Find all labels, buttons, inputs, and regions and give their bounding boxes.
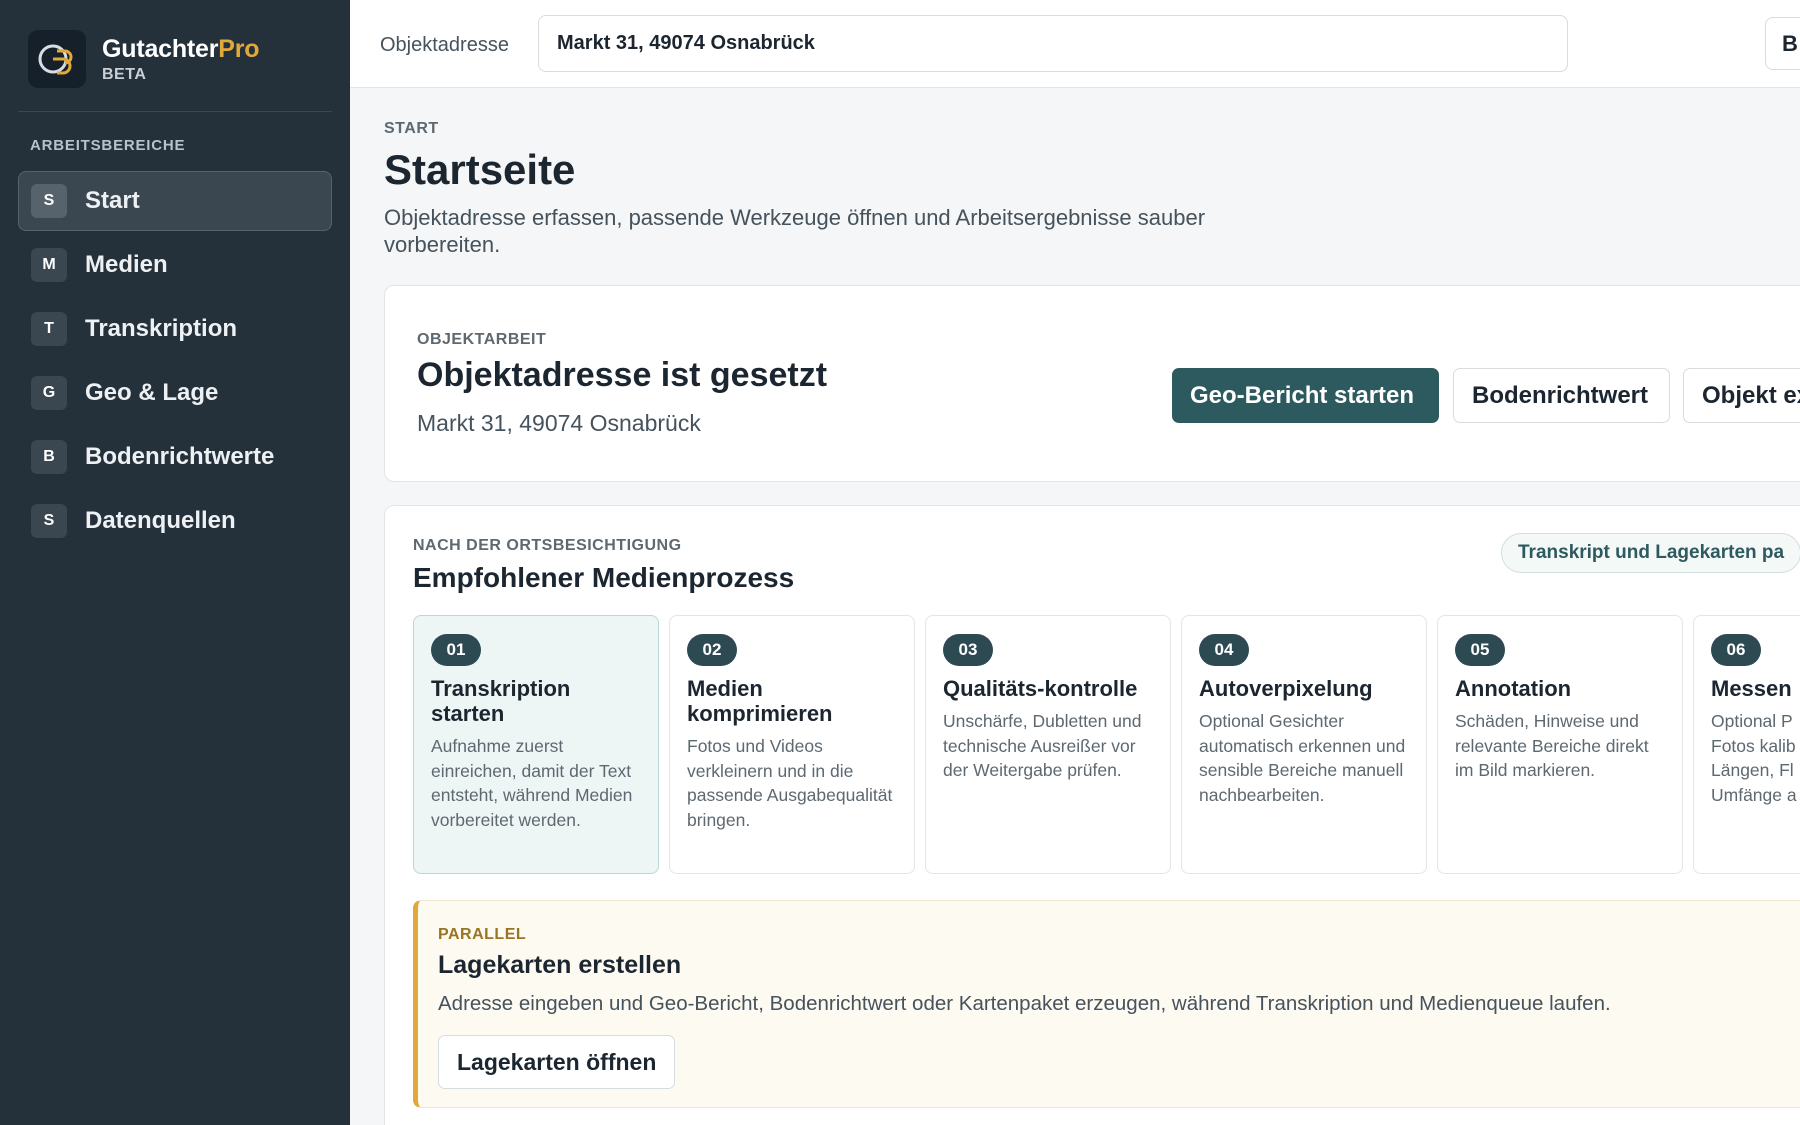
sidebar-item-label: Medien [85,251,168,278]
step-card-annotation[interactable]: 05 Annotation Schäden, Hinweise und rele… [1437,615,1683,874]
step-card-transkription[interactable]: 01 Transkription starten Aufnahme zuerst… [413,615,659,874]
step-number-badge: 02 [687,634,737,666]
objekt-export-button[interactable]: Objekt ex [1683,368,1800,423]
topbar: Objektadresse B [350,0,1800,88]
object-card-title: Objektadresse ist gesetzt [417,356,828,394]
app-logo-icon [28,30,86,88]
step-description: Optional P Fotos kalib Längen, Fl Umfäng… [1711,711,1797,805]
step-card-autoverpixelung[interactable]: 04 Autoverpixelung Optional Gesichter au… [1181,615,1427,874]
sidebar-item-geo-lage[interactable]: G Geo & Lage [18,363,332,423]
step-title: Messen [1711,676,1792,701]
app-name: GutachterPro [102,34,260,63]
start-letter-icon: S [31,184,67,218]
step-number-badge: 01 [431,634,481,666]
transcript-maps-pill[interactable]: Transkript und Lagekarten pa [1501,533,1800,573]
address-input[interactable] [538,15,1568,72]
step-card-messen[interactable]: 06 Messen Optional P Fotos kalib Längen,… [1693,615,1800,874]
step-description: Fotos und Videos verkleinern und in die … [687,736,893,830]
brand[interactable]: GutachterPro BETA [28,30,260,88]
step-description: Unschärfe, Dubletten und technische Ausr… [943,711,1142,780]
sidebar: GutachterPro BETA ARBEITSBEREICHE S Star… [0,0,350,1125]
sidebar-item-bodenrichtwerte[interactable]: B Bodenrichtwerte [18,427,332,487]
beta-badge: BETA [102,65,147,83]
sidebar-divider [18,111,332,112]
parallel-eyebrow: PARALLEL [438,926,527,943]
step-title: Transkription starten [431,676,571,726]
step-description: Schäden, Hinweise und relevante Bereiche… [1455,711,1649,780]
sidebar-section-label: ARBEITSBEREICHE [30,137,186,154]
step-number-badge: 03 [943,634,993,666]
sidebar-nav: S Start M Medien T Transkription G Geo &… [18,171,332,555]
page-title: Startseite [384,146,576,193]
step-card-komprimieren[interactable]: 02 Medien komprimieren Fotos und Videos … [669,615,915,874]
step-card-qualitaetskontrolle[interactable]: 03 Qualitäts-kontrolle Unschärfe, Dublet… [925,615,1171,874]
page-subtitle: Objektadresse erfassen, passende Werkzeu… [384,205,1206,257]
parallel-description: Adresse eingeben und Geo-Bericht, Bodenr… [438,992,1611,1015]
media-card-eyebrow: NACH DER ORTSBESICHTIGUNG [413,537,682,554]
step-description: Aufnahme zuerst einreichen, damit der Te… [431,736,633,830]
object-card-address: Markt 31, 49074 Osnabrück [417,410,701,436]
topbar-action-button[interactable]: B [1765,17,1800,70]
step-number-badge: 06 [1711,634,1761,666]
step-title: Qualitäts-kontrolle [943,676,1138,701]
object-card-eyebrow: OBJEKTARBEIT [417,331,547,348]
bodenrichtwerte-letter-icon: B [31,440,67,474]
media-process-card: NACH DER ORTSBESICHTIGUNG Empfohlener Me… [384,505,1800,1125]
step-title: Medien komprimieren [687,676,833,726]
page-header: START Startseite Objektadresse erfassen,… [384,120,1324,258]
geo-report-button[interactable]: Geo-Bericht starten [1172,368,1439,423]
sidebar-item-datenquellen[interactable]: S Datenquellen [18,491,332,551]
sidebar-item-medien[interactable]: M Medien [18,235,332,295]
sidebar-item-label: Bodenrichtwerte [85,443,275,470]
open-maps-button[interactable]: Lagekarten öffnen [438,1035,676,1089]
sidebar-item-start[interactable]: S Start [18,171,332,231]
datenquellen-letter-icon: S [31,504,67,538]
sidebar-item-label: Start [85,187,140,214]
step-title: Annotation [1455,676,1572,701]
step-title: Autoverpixelung [1199,676,1373,701]
media-card-title: Empfohlener Medienprozess [413,562,795,593]
breadcrumb: START [384,120,439,137]
object-card: OBJEKTARBEIT Objektadresse ist gesetzt M… [384,285,1800,482]
step-number-badge: 04 [1199,634,1249,666]
parallel-maps-panel: PARALLEL Lagekarten erstellen Adresse ei… [413,900,1800,1108]
geo-letter-icon: G [31,376,67,410]
step-description: Optional Gesichter automatisch erkennen … [1199,711,1406,805]
sidebar-item-label: Transkription [85,315,238,342]
address-label: Objektadresse [380,34,509,56]
sidebar-item-label: Datenquellen [85,507,236,534]
transkription-letter-icon: T [31,312,67,346]
parallel-title: Lagekarten erstellen [438,951,682,979]
sidebar-item-label: Geo & Lage [85,379,219,406]
bodenrichtwert-button[interactable]: Bodenrichtwert [1453,368,1670,423]
step-number-badge: 05 [1455,634,1505,666]
sidebar-item-transkription[interactable]: T Transkription [18,299,332,359]
medien-letter-icon: M [31,248,67,282]
